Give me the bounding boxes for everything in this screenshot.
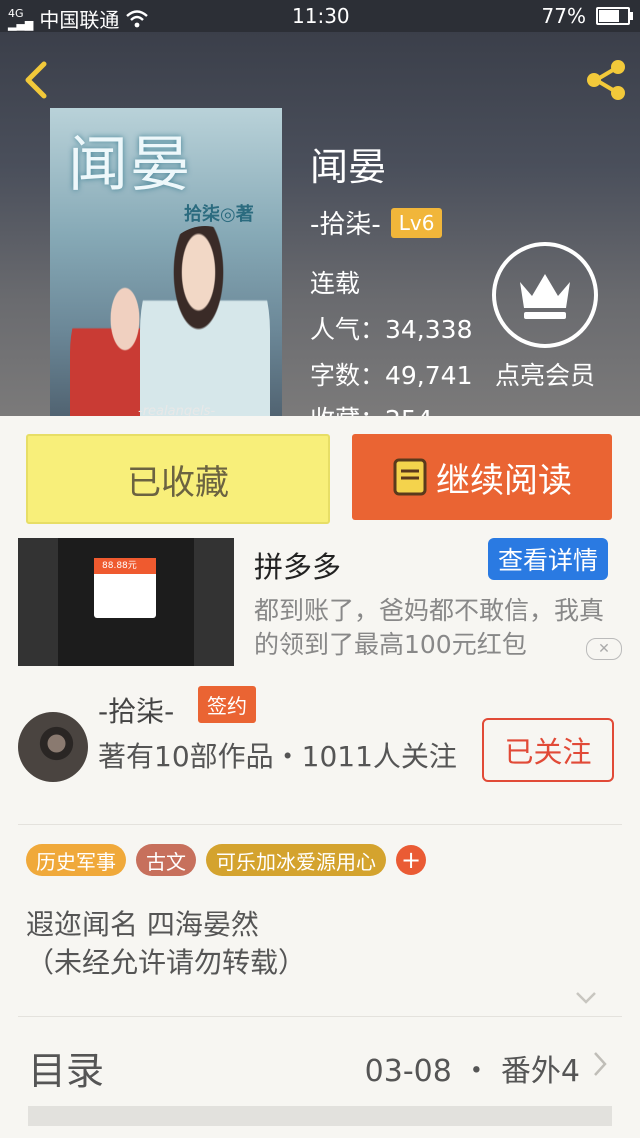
avatar[interactable] (18, 712, 88, 782)
ad-app-name: 拼多多 (254, 550, 342, 584)
bottom-placeholder (28, 1106, 612, 1126)
ad-description: 都到账了，爸妈都不敢信，我真的领到了最高100元红包 (254, 596, 605, 659)
status-bar: 4G ▂▄▆ 中国联通 11:30 77% (0, 0, 640, 32)
collected-button[interactable]: 已收藏 (26, 434, 330, 524)
author-section-name[interactable]: -拾柒- (98, 690, 174, 730)
carrier-label: 中国联通 (39, 8, 120, 32)
ad-close-icon[interactable]: ✕ (586, 638, 622, 660)
book-title: 闻晏 (310, 145, 387, 189)
ad-thumb-panel: 88.88元 (94, 558, 156, 618)
popularity-stat: 人气：34,338 (310, 315, 473, 344)
add-tag-button[interactable]: + (396, 845, 426, 875)
toc-label: 目录 (28, 1049, 105, 1093)
divider (18, 1016, 622, 1017)
tag-list: 历史军事 古文 可乐加冰爱源用心 + (26, 844, 426, 876)
chevron-right-icon (594, 1052, 607, 1076)
battery-icon (596, 7, 633, 25)
vip-label: 点亮会员 (494, 361, 595, 390)
favorites-stat: 收藏：254 (310, 400, 433, 416)
author-line: -拾柒- Lv6 (310, 204, 443, 241)
latest-chapter: 03-08 ・ 番外4 (364, 1054, 580, 1089)
crown-icon (492, 242, 598, 348)
table-of-contents-row[interactable]: 目录 03-08 ・ 番外4 (28, 1036, 608, 1096)
ad-detail-button[interactable]: 查看详情 (488, 538, 608, 580)
cover-watermark: -realangels- (138, 404, 216, 416)
level-badge: Lv6 (390, 207, 443, 238)
signed-badge: 签约 (198, 686, 256, 723)
word-count-stat: 字数：49,741 (310, 361, 473, 390)
clock: 11:30 (292, 4, 350, 28)
tag-item[interactable]: 可乐加冰爱源用心 (206, 844, 386, 876)
intro-line: （未经允许请勿转载） (26, 946, 307, 979)
continue-reading-button[interactable]: 继续阅读 (352, 434, 612, 520)
expand-chevron-icon[interactable] (574, 990, 598, 1006)
wifi-icon (126, 9, 149, 27)
divider (18, 824, 622, 825)
signal-icon: 4G ▂▄▆ (8, 6, 34, 31)
cover-title: 闻晏 (68, 130, 192, 200)
vip-button[interactable]: 点亮会员 (490, 242, 600, 392)
author-section: -拾柒- 签约 著有10部作品・1011人关注 已关注 (18, 680, 622, 820)
follow-button[interactable]: 已关注 (482, 718, 614, 782)
book-header: 闻晏 拾柒◎著 -realangels- 闻晏 -拾柒- Lv6 连载 人气：3… (0, 32, 640, 416)
author-name[interactable]: -拾柒- (310, 204, 381, 241)
share-icon[interactable] (582, 56, 630, 104)
author-stats: 著有10部作品・1011人关注 (98, 740, 457, 773)
book-cover[interactable]: 闻晏 拾柒◎著 -realangels- (50, 108, 282, 416)
ad-thumbnail[interactable]: 88.88元 (18, 538, 234, 666)
serial-status: 连载 (310, 269, 361, 298)
cover-author: 拾柒◎著 (184, 204, 254, 225)
continue-reading-label: 继续阅读 (436, 460, 572, 501)
back-chevron-icon[interactable] (18, 58, 54, 102)
battery-percent: 77% (541, 4, 586, 28)
intro-line: 遐迩闻名 四海晏然 (26, 908, 259, 941)
cover-figure-right (140, 226, 270, 416)
book-icon (393, 458, 427, 496)
tag-item[interactable]: 古文 (136, 844, 196, 876)
ad-banner[interactable]: 88.88元 拼多多 查看详情 都到账了，爸妈都不敢信，我真的领到了最高100元… (18, 538, 622, 668)
book-intro[interactable]: 遐迩闻名 四海晏然 （未经允许请勿转载） (26, 906, 306, 982)
tag-item[interactable]: 历史军事 (26, 844, 126, 876)
